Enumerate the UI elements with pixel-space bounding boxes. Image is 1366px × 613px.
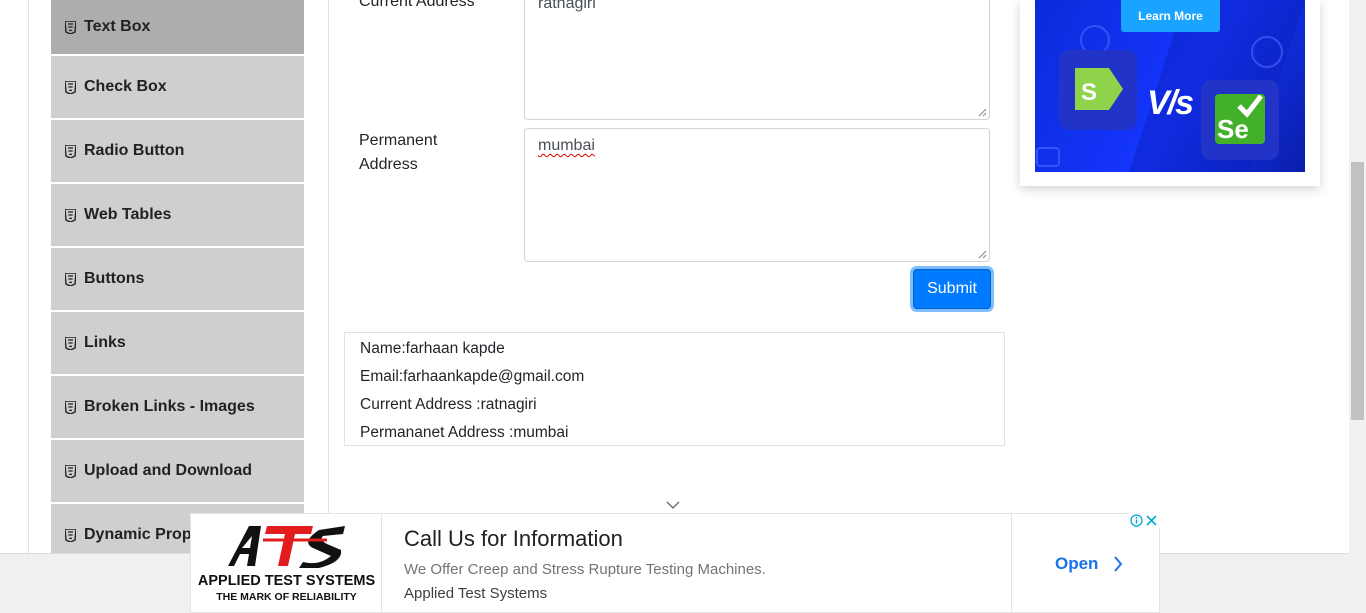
permanent-address-label-line1: Permanent xyxy=(359,132,438,149)
sidebar-item-label: Radio Button xyxy=(84,142,185,159)
page-scrollbar[interactable] xyxy=(1349,0,1366,613)
current-address-value: ratnagiri xyxy=(538,0,596,12)
sidebar-item-label: Broken Links - Images xyxy=(84,398,255,415)
bottom-ad[interactable]: APPLIED TEST SYSTEMS THE MARK OF RELIABI… xyxy=(190,513,1160,613)
permanent-address-textarea[interactable]: mumbai xyxy=(524,128,990,262)
html5-icon xyxy=(65,336,76,350)
svg-text:Se: Se xyxy=(1217,114,1249,144)
ad-title[interactable]: Call Us for Information xyxy=(404,526,623,552)
versus-text: V/s xyxy=(1147,84,1194,122)
permanent-address-value: mumbai xyxy=(538,137,595,154)
permanent-address-label-line2: Address xyxy=(359,156,418,173)
sidebar-item-radio-button[interactable]: Radio Button xyxy=(51,120,304,184)
sidebar-item-links[interactable]: Links xyxy=(51,312,304,376)
sidebar-item-label: Buttons xyxy=(84,270,145,287)
ad-description: We Offer Creep and Stress Rupture Testin… xyxy=(404,561,766,578)
resize-grip-icon[interactable] xyxy=(978,108,987,117)
html5-icon xyxy=(65,144,76,158)
html5-icon xyxy=(65,464,76,478)
html5-icon xyxy=(65,272,76,286)
ad-open-button[interactable]: Open xyxy=(1055,554,1098,574)
ad-cta-area[interactable]: Open xyxy=(1011,514,1159,613)
output-box: Name:farhaan kapde Email:farhaankapde@gm… xyxy=(344,332,1005,446)
ad-logo-tagline: THE MARK OF RELIABILITY xyxy=(216,591,357,603)
chevron-down-icon[interactable] xyxy=(666,500,680,510)
resize-grip-icon[interactable] xyxy=(978,250,987,259)
html5-icon xyxy=(65,20,76,34)
html5-icon xyxy=(65,208,76,222)
sidebar-item-label: Check Box xyxy=(84,78,167,95)
sidebar-item-text-box[interactable]: Text Box xyxy=(51,0,304,56)
advertiser-logo: APPLIED TEST SYSTEMS THE MARK OF RELIABI… xyxy=(191,514,382,613)
svg-text:S: S xyxy=(1081,79,1097,106)
output-email: Email:farhaankapde@gmail.com xyxy=(360,368,585,385)
sidebar-item-label: Web Tables xyxy=(84,206,172,223)
sidebar-item-buttons[interactable]: Buttons xyxy=(51,248,304,312)
left-frame-divider xyxy=(28,0,29,553)
close-icon[interactable] xyxy=(1144,513,1159,528)
sidebar-item-broken-links[interactable]: Broken Links - Images xyxy=(51,376,304,440)
content-divider xyxy=(328,0,329,553)
chevron-right-icon xyxy=(1114,556,1123,572)
html5-icon xyxy=(65,80,76,94)
output-permanent-address: Permananet Address :mumbai xyxy=(360,424,569,441)
sidebar-item-label: Upload and Download xyxy=(84,462,252,479)
sidebar-item-label: Links xyxy=(84,334,126,351)
side-ad-image[interactable]: Learn More S V/s Se xyxy=(1035,0,1305,172)
current-address-label: Current Address xyxy=(359,0,475,10)
submit-button[interactable]: Submit xyxy=(913,269,991,309)
ad-choices[interactable] xyxy=(1129,513,1160,528)
elements-sidebar: Text Box Check Box Radio Button Web Tabl… xyxy=(51,0,304,568)
ad-logo-name: APPLIED TEST SYSTEMS xyxy=(197,573,376,589)
sidebar-item-label: Dynamic Prop xyxy=(84,526,192,543)
info-icon[interactable] xyxy=(1129,513,1144,528)
side-ad-card: Learn More S V/s Se xyxy=(1020,0,1320,186)
html5-icon xyxy=(65,400,76,414)
page: Text Box Check Box Radio Button Web Tabl… xyxy=(0,0,1366,613)
katalon-logo-icon: S xyxy=(1059,50,1137,130)
sidebar-item-upload-download[interactable]: Upload and Download xyxy=(51,440,304,504)
sidebar-item-check-box[interactable]: Check Box xyxy=(51,56,304,120)
current-address-textarea[interactable]: ratnagiri xyxy=(524,0,990,120)
sidebar-item-label: Text Box xyxy=(84,18,151,35)
sidebar-item-web-tables[interactable]: Web Tables xyxy=(51,184,304,248)
html5-icon xyxy=(65,528,76,542)
learn-more-button[interactable]: Learn More xyxy=(1121,0,1220,32)
output-current-address: Current Address :ratnagiri xyxy=(360,396,537,413)
selenium-logo-icon: Se xyxy=(1201,80,1279,160)
output-name: Name:farhaan kapde xyxy=(360,340,505,357)
scrollbar-thumb[interactable] xyxy=(1351,162,1364,420)
ats-logo-icon xyxy=(228,526,345,568)
ad-advertiser: Applied Test Systems xyxy=(404,585,548,602)
